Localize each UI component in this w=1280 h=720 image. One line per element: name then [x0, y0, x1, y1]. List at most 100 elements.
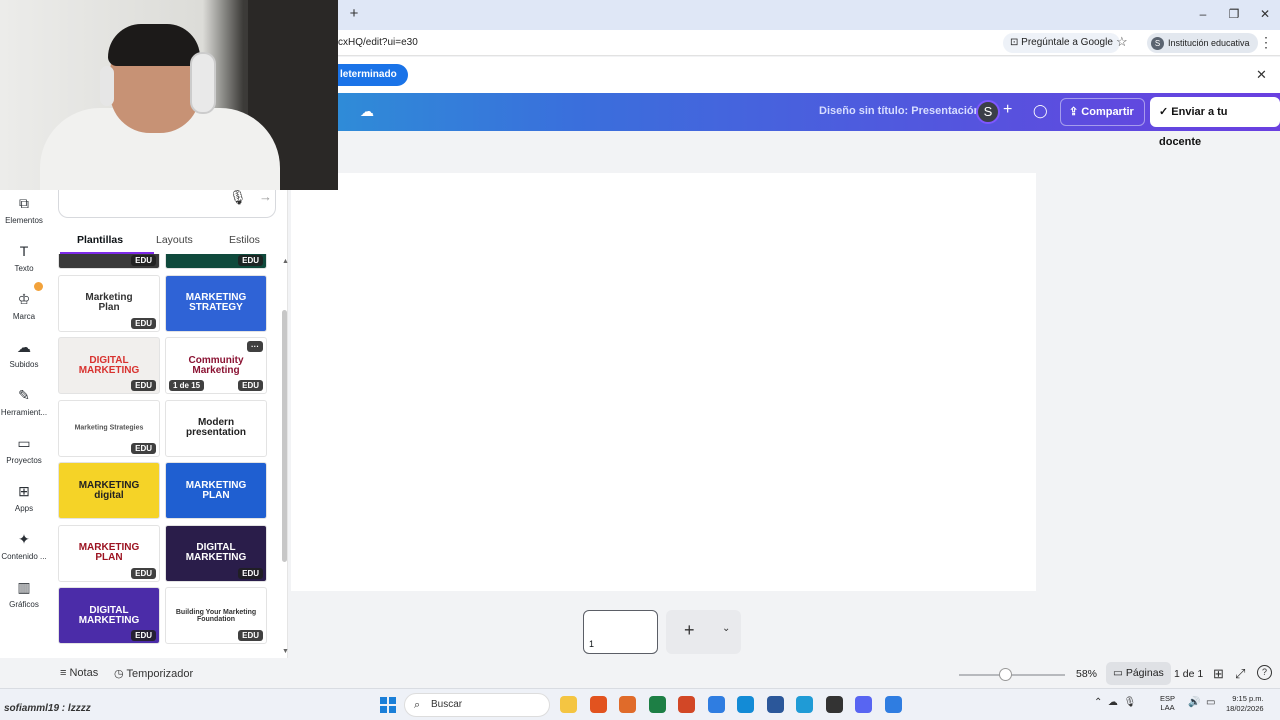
battery-icon[interactable]: ▭ [1206, 697, 1215, 708]
more-options-icon[interactable]: ··· [247, 341, 263, 352]
url-field[interactable]: cxHQ/edit?ui=e30 [338, 37, 418, 48]
system-tray[interactable]: ⌃ ☁ 🎙 [1094, 697, 1136, 708]
close-window-button[interactable]: ✕ [1255, 5, 1275, 23]
chevron-down-icon[interactable]: ⌄ [722, 623, 730, 634]
taskbar-app-icon[interactable] [766, 696, 784, 713]
taskbar-app-icon[interactable] [707, 696, 725, 713]
brand-notification-badge [34, 282, 43, 291]
taskbar-app-icon[interactable] [796, 696, 813, 713]
taskbar-app-icon[interactable] [884, 696, 902, 713]
pages-label: Páginas [1125, 667, 1164, 679]
microphone-icon[interactable]: 🎙 [229, 189, 247, 206]
minimize-button[interactable]: – [1193, 5, 1213, 23]
template-title: Community Marketing [188, 354, 244, 376]
clock[interactable]: 9:15 p.m. 18/02/2026 [1226, 694, 1264, 714]
cloud-saved-icon[interactable]: ☁ [360, 103, 376, 119]
template-grid: EDU EDU Marketing Plan EDU MARKETING STRATEGY D… [58, 254, 272, 654]
restore-button[interactable]: ❐ [1224, 5, 1244, 23]
rail-item-2[interactable]: ♔ Marca [0, 290, 48, 321]
design-title[interactable]: Diseño sin título: Presentación [819, 105, 980, 117]
upload-cloud-icon: ☁ [17, 339, 31, 355]
bookmark-star-icon[interactable]: ☆ [1116, 34, 1128, 50]
stream-overlay-text: sofiamml19 : lzzzz [4, 703, 91, 714]
send-to-teacher-button[interactable]: ✓ Enviar a tu docente [1150, 97, 1280, 148]
template-thumbnail[interactable]: DIGITAL MARKETING EDU [58, 337, 160, 394]
profile-chip[interactable]: S Institución educativa [1147, 33, 1258, 53]
tab-layouts[interactable]: Layouts [156, 234, 193, 246]
notes-button[interactable]: ≡ Notas [60, 667, 98, 679]
rail-item-3[interactable]: ☁ Subidos [0, 338, 48, 369]
template-thumbnail[interactable]: EDU [58, 254, 160, 269]
template-thumbnail[interactable]: MARKETING digital [58, 462, 160, 519]
tab-estilos[interactable]: Estilos [229, 234, 260, 246]
user-avatar[interactable]: S [976, 100, 1000, 124]
template-thumbnail[interactable]: Marketing Strategies EDU [58, 399, 160, 457]
new-tab-button[interactable]: + [345, 5, 363, 23]
taskbar-app-icon[interactable] [648, 696, 666, 713]
template-thumbnail[interactable]: DIGITAL MARKETING EDU [58, 587, 160, 644]
taskbar-search[interactable]: ⌕ Buscar [404, 693, 550, 717]
language-layout: LAA [1160, 703, 1175, 712]
panel-scrollbar[interactable] [282, 310, 287, 562]
notice-close-icon[interactable]: ✕ [1256, 67, 1267, 83]
comment-icon[interactable]: ◯ [1033, 103, 1050, 120]
ask-google-button[interactable]: ⊡ Pregúntale a Google [1003, 33, 1120, 53]
template-thumbnail[interactable]: Building Your Marketing Foundation EDU [165, 587, 267, 644]
template-search-input[interactable]: 🎙 → [58, 186, 276, 218]
template-thumbnail[interactable]: EDU [165, 254, 267, 269]
template-thumbnail[interactable]: MARKETING PLAN [165, 462, 267, 519]
template-title: Marketing Plan [85, 292, 133, 313]
rail-label: Apps [14, 504, 34, 513]
edu-badge: EDU [131, 442, 156, 454]
taskbar-app-icon[interactable] [825, 696, 843, 713]
template-thumbnail[interactable]: Marketing Plan EDU [58, 274, 160, 332]
ask-google-label: Pregúntale a Google [1021, 37, 1113, 48]
text-icon: T [19, 243, 29, 259]
rail-item-7[interactable]: ✦ Contenido ... [0, 530, 48, 561]
page-thumbnail[interactable]: 1 [583, 610, 658, 654]
rail-item-4[interactable]: ✎ Herramient... [0, 386, 48, 417]
template-thumbnail[interactable]: Community Marketing EDU 1 de 15 ··· [165, 337, 267, 394]
add-page-button[interactable]: + ⌄ [666, 610, 741, 654]
template-title: MARKETING STRATEGY [185, 292, 247, 313]
taskbar-app-icon[interactable] [737, 696, 754, 713]
language-indicator[interactable]: ESP LAA [1160, 694, 1175, 712]
scroll-down-icon[interactable]: ▼ [282, 648, 289, 655]
invite-plus-icon[interactable]: + [1003, 101, 1012, 119]
share-label: Compartir [1081, 106, 1134, 118]
taskbar-app-icon[interactable] [560, 696, 577, 713]
template-thumbnail[interactable]: MARKETING PLAN EDU [58, 524, 160, 582]
browser-menu-icon[interactable]: ⋮ [1259, 34, 1273, 51]
rail-item-5[interactable]: ▭ Proyectos [0, 434, 48, 465]
arrow-right-icon[interactable]: → [259, 189, 272, 204]
scroll-up-icon[interactable]: ▲ [282, 258, 289, 265]
template-title: DIGITAL MARKETING [78, 604, 140, 626]
slide-canvas[interactable] [291, 173, 1036, 591]
taskbar-app-icon[interactable] [619, 696, 636, 713]
language-code: ESP [1160, 694, 1176, 703]
fullscreen-icon[interactable]: ⤢ [1235, 666, 1245, 682]
timer-button[interactable]: ◷ Temporizador [114, 667, 193, 680]
rail-label: Marca [12, 312, 36, 321]
rail-item-1[interactable]: T Texto [0, 242, 48, 273]
taskbar-app-icon[interactable] [678, 696, 695, 713]
rail-item-8[interactable]: ▥ Gráficos [0, 578, 48, 609]
template-thumbnail[interactable]: Modern presentation [165, 399, 267, 457]
rail-item-0[interactable]: ⧉ Elementos [0, 194, 48, 225]
zoom-level[interactable]: 58% [1076, 668, 1097, 680]
taskbar-app-icon[interactable] [589, 696, 607, 713]
tab-plantillas[interactable]: Plantillas [77, 234, 123, 246]
template-thumbnail[interactable]: MARKETING STRATEGY [165, 274, 267, 332]
check-circle-icon: ✓ [1159, 106, 1172, 118]
help-icon[interactable]: ? [1257, 665, 1272, 680]
volume-icon[interactable]: 🔊 [1188, 697, 1200, 708]
share-button[interactable]: ⇪ Compartir [1060, 98, 1145, 126]
rail-item-6[interactable]: ⊞ Apps [0, 482, 48, 513]
windows-start-icon[interactable] [380, 697, 396, 713]
grid-view-icon[interactable]: ⊞ [1213, 666, 1224, 682]
template-thumbnail[interactable]: DIGITAL MARKETING EDU [165, 524, 267, 582]
chart-icon: ▥ [17, 579, 31, 595]
taskbar-app-icon[interactable] [855, 696, 872, 713]
zoom-slider-handle[interactable] [999, 668, 1013, 681]
pages-button[interactable]: ▭ Páginas [1106, 662, 1171, 685]
